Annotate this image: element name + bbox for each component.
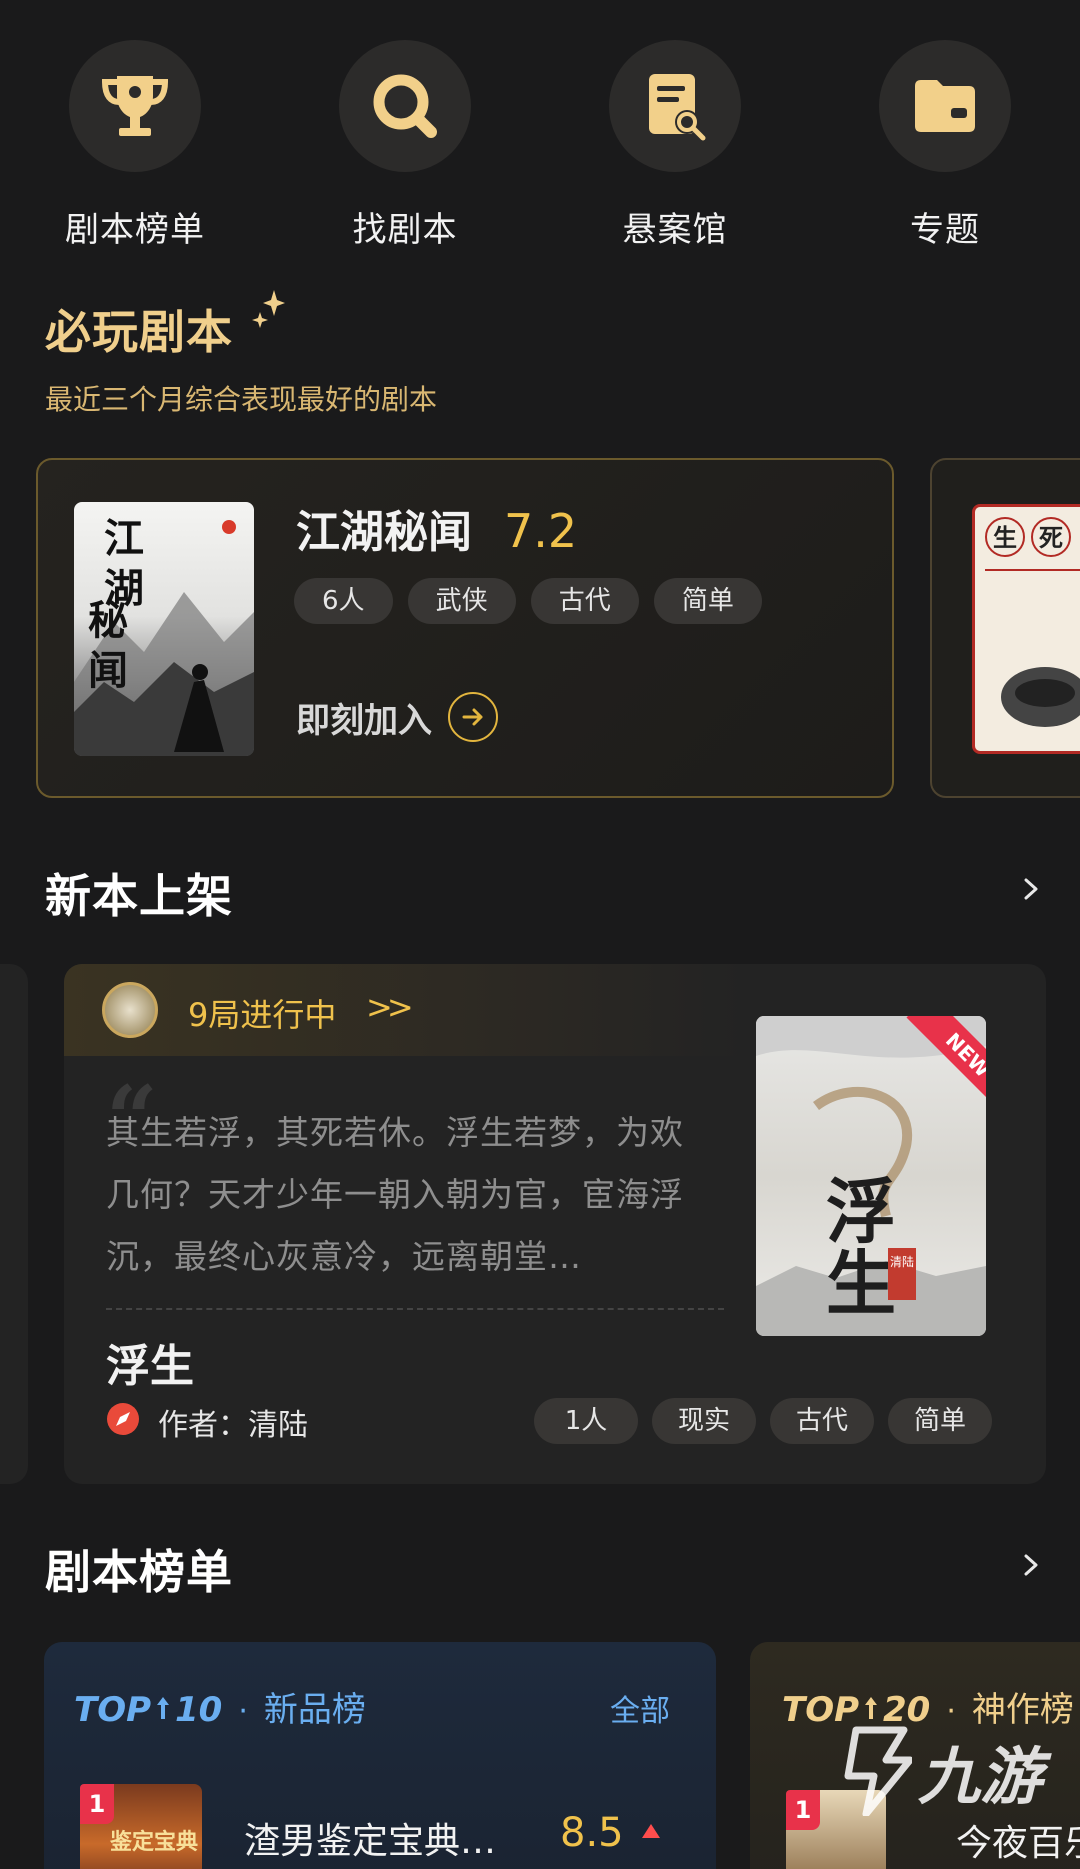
rank-item-name[interactable]: 渣男鉴定宝典… [244, 1812, 496, 1864]
view-all-link[interactable]: 全部 [610, 1686, 670, 1730]
cover-header: 生 死 [985, 517, 1080, 571]
script-name: 江湖秘闻 [296, 507, 472, 558]
script-cover: NEW 浮生 清陆 [756, 1016, 986, 1336]
cover-char: 秘 [88, 597, 128, 644]
cover-char: 江 [104, 515, 144, 562]
script-name: 浮生 [106, 1341, 194, 1392]
nav-label: 专题 [910, 210, 980, 250]
nav-label: 剧本榜单 [65, 210, 205, 250]
top-num: 20 [883, 1690, 931, 1730]
chevron-right-icon[interactable] [1020, 1552, 1042, 1578]
top-num: 10 [175, 1690, 223, 1730]
script-cover: 生 死 [972, 504, 1080, 754]
board-header: TOP 20 · 神作榜 [782, 1682, 1074, 1731]
brand-name: 九游 [918, 1740, 1043, 1813]
board-header: TOP 10 · 新品榜 [74, 1682, 366, 1731]
rank-badge: 1 [786, 1790, 820, 1830]
tag-genre: 现实 [652, 1398, 756, 1444]
board-name: 神作榜 [971, 1690, 1074, 1730]
dashed-divider [106, 1308, 724, 1310]
nav-icon-circle [609, 40, 741, 172]
sparkle-icon [252, 290, 285, 328]
arrow-up-icon [157, 1697, 170, 1719]
featured-subtitle: 最近三个月综合表现最好的剧本 [45, 383, 438, 416]
cover-char: 闻 [88, 647, 128, 694]
featured-script-card[interactable]: 江 湖 秘 闻 江湖秘闻 7.2 6人 武侠 古代 简单 即刻加入 [36, 458, 894, 798]
tag-players: 6人 [294, 578, 393, 624]
nav-item-case-hall[interactable]: 悬案馆 [585, 40, 765, 251]
tag-difficulty: 简单 [888, 1398, 992, 1444]
trophy-icon [101, 76, 169, 136]
cover-char: 生 [985, 517, 1025, 557]
watermark: 九游 [826, 1726, 1042, 1816]
board-name: 新品榜 [263, 1690, 366, 1730]
new-badge-text: NEW [906, 1016, 986, 1117]
rank-item-score: 8.5 [560, 1810, 624, 1856]
tag-players: 1人 [534, 1398, 638, 1444]
ranking-board-new[interactable]: TOP 10 · 新品榜 全部 鉴定宝典 1 渣男鉴定宝典… 8.5 [44, 1642, 716, 1869]
nav-item-find-script[interactable]: 找剧本 [315, 40, 495, 251]
tag-era: 古代 [530, 578, 639, 624]
new-badge: NEW [884, 1016, 986, 1118]
ranking-title: 剧本榜单 [45, 1545, 233, 1599]
nav-item-ranking[interactable]: 剧本榜单 [45, 40, 225, 251]
brand-logo-icon [844, 1726, 912, 1816]
top-label: TOP [74, 1690, 152, 1730]
red-sun-mark [222, 520, 236, 534]
dot-separator: · [238, 1694, 248, 1729]
join-button[interactable]: 即刻加入 [296, 692, 498, 742]
tag-era: 古代 [770, 1398, 874, 1444]
dot-separator: · [946, 1694, 956, 1729]
arrow-right-icon [448, 692, 498, 742]
compass-icon [107, 1403, 139, 1435]
nav-label: 找剧本 [352, 210, 458, 250]
case-file-icon [649, 74, 706, 141]
cover-title: 鉴定宝典 [110, 1829, 199, 1855]
script-cover: 江 湖 秘 闻 [74, 502, 254, 756]
cover-art [1001, 667, 1080, 727]
folder-icon [915, 80, 975, 132]
cover-title-col2: 秘 闻 [88, 596, 132, 696]
new-release-title: 新本上架 [45, 869, 233, 923]
author-label: 作者：清陆 [158, 1408, 308, 1443]
red-seal: 清陆 [888, 1248, 916, 1300]
top-label: TOP [782, 1690, 860, 1730]
join-label: 即刻加入 [296, 700, 432, 741]
featured-script-card-next[interactable]: 生 死 [930, 458, 1080, 798]
tag-genre: 武侠 [407, 578, 516, 624]
rank-badge: 1 [80, 1784, 114, 1824]
chevron-right-icon[interactable] [1020, 876, 1042, 902]
status-text: 9局进行中 [188, 996, 337, 1034]
rank-item-name[interactable]: 今夜百乐 [956, 1814, 1080, 1866]
script-score: 7.2 [504, 504, 578, 558]
script-intro: 其生若浮，其死若休。浮生若梦，为欢几何？天才少年一朝入朝为官，宦海浮沉，最终心灰… [106, 1113, 684, 1276]
cover-char: 死 [1031, 517, 1071, 557]
featured-title: 必玩剧本 [45, 305, 233, 359]
avatar [102, 982, 158, 1038]
arrow-up-icon [865, 1697, 878, 1719]
trend-up-icon [642, 1824, 660, 1838]
search-icon [373, 74, 437, 138]
nav-label: 悬案馆 [622, 210, 728, 250]
nav-icon-circle [879, 40, 1011, 172]
double-chevron-icon: >> [366, 988, 414, 1026]
nav-item-topics[interactable]: 专题 [855, 40, 1035, 251]
nav-icon-circle [339, 40, 471, 172]
prev-card-peek[interactable] [0, 964, 28, 1484]
tag-difficulty: 简单 [653, 578, 762, 624]
nav-icon-circle [69, 40, 201, 172]
script-tags: 6人 武侠 古代 简单 [294, 578, 772, 624]
